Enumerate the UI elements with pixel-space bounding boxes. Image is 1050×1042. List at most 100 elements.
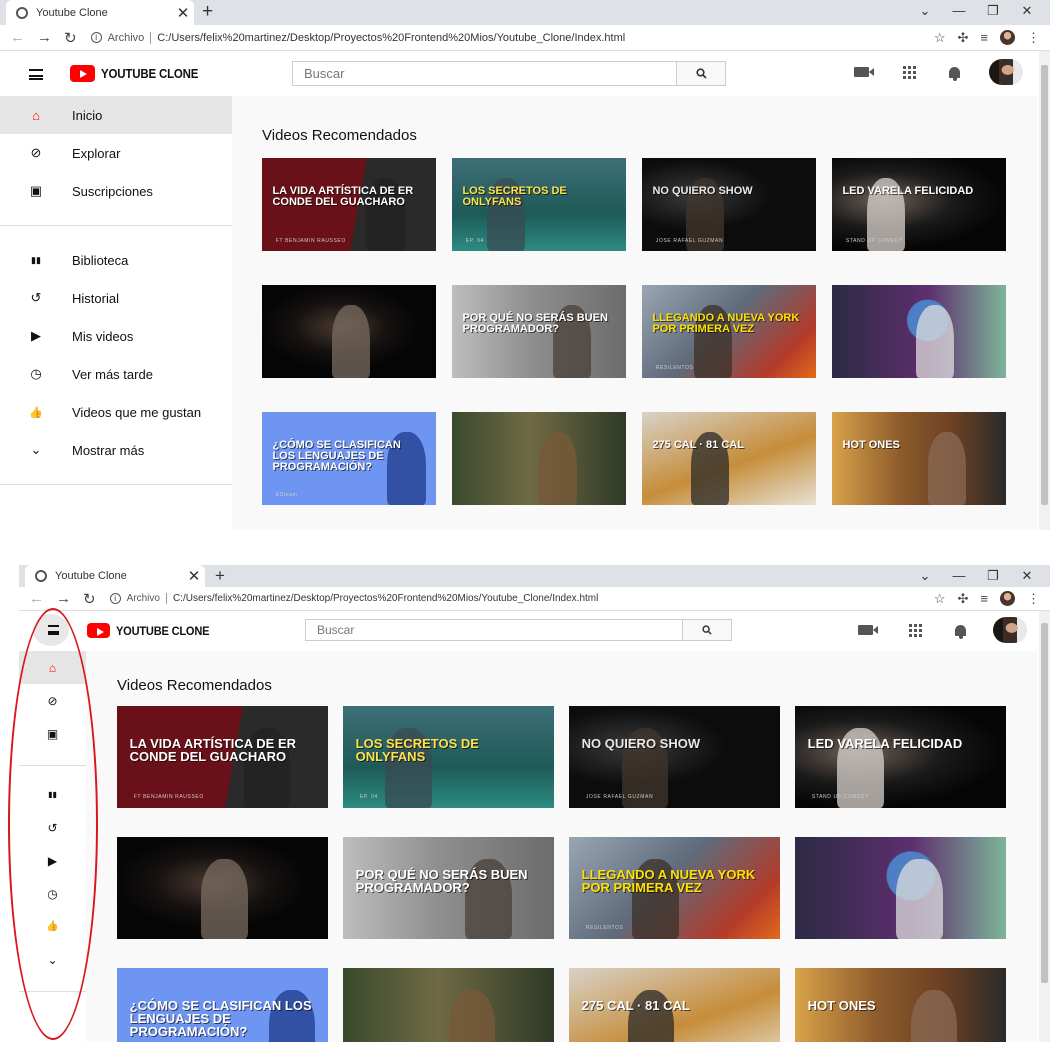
- browser-tab[interactable]: Youtube Clone ✕: [25, 565, 205, 587]
- reload-icon[interactable]: ↻: [83, 590, 96, 608]
- notifications-bell-icon[interactable]: [949, 66, 960, 81]
- reload-icon[interactable]: ↻: [64, 29, 77, 47]
- upload-video-icon[interactable]: [854, 67, 874, 77]
- video-thumbnail[interactable]: ¿Cómo se clasifican los lenguajes de pro…: [117, 968, 328, 1042]
- browser-menu-icon[interactable]: ⋮: [1027, 591, 1040, 607]
- tab-search-icon[interactable]: ⌄: [908, 3, 942, 19]
- sidebar-item-explorar[interactable]: ⊘: [19, 684, 86, 717]
- video-thumbnail[interactable]: Por qué no serás buen programador?: [452, 285, 626, 378]
- info-icon[interactable]: i: [90, 32, 102, 43]
- video-thumbnail[interactable]: [795, 837, 1006, 939]
- extensions-icon[interactable]: ✣: [958, 30, 969, 46]
- video-thumbnail[interactable]: Llegando a Nueva York por primera vez RES…: [642, 285, 816, 378]
- sidebar-item-suscripciones[interactable]: ▣: [19, 717, 86, 750]
- back-arrow-icon[interactable]: ←: [10, 29, 25, 46]
- bookmark-star-icon[interactable]: ☆: [934, 30, 946, 46]
- sidebar-item-ver-mas-tarde[interactable]: ◷ Ver más tarde: [0, 355, 232, 393]
- new-tab-button[interactable]: +: [202, 1, 213, 23]
- header-actions: [854, 59, 1023, 85]
- video-thumbnail[interactable]: Led Varela Felicidad STAND UP COMEDY: [795, 706, 1006, 808]
- apps-icon[interactable]: [903, 65, 916, 79]
- sidebar-item-mostrar-mas[interactable]: ⌄: [19, 943, 86, 976]
- apps-icon[interactable]: [909, 623, 922, 637]
- tab-close-icon[interactable]: ✕: [172, 4, 194, 22]
- sidebar-item-inicio[interactable]: ⌂ Inicio: [0, 96, 232, 134]
- video-thumbnail[interactable]: Hot Ones: [832, 412, 1006, 505]
- video-thumbnail[interactable]: 275 CAL · 81 CAL: [569, 968, 780, 1042]
- url-field[interactable]: i Archivo C:/Users/felix%20martinez/Desk…: [90, 31, 625, 44]
- minimize-button[interactable]: —: [942, 568, 976, 584]
- sidebar-item-mis-videos[interactable]: ▶: [19, 844, 86, 877]
- upload-video-icon[interactable]: [858, 625, 878, 635]
- reading-list-icon[interactable]: ≡: [980, 591, 988, 606]
- video-thumbnail[interactable]: No quiero show JOSE RAFAEL GUZMAN: [569, 706, 780, 808]
- reading-list-icon[interactable]: ≡: [980, 30, 988, 45]
- scrollbar[interactable]: [1039, 51, 1050, 530]
- video-thumbnail[interactable]: [117, 837, 328, 939]
- minimize-button[interactable]: —: [942, 3, 976, 19]
- browser-menu-icon[interactable]: ⋮: [1027, 30, 1040, 46]
- tab-close-icon[interactable]: ✕: [183, 567, 205, 585]
- hamburger-menu-icon[interactable]: [48, 625, 59, 635]
- video-thumbnail[interactable]: [832, 285, 1006, 378]
- video-thumbnail[interactable]: Los secretos de ONLYFans EP. 04: [452, 158, 626, 251]
- url-field[interactable]: i Archivo C:/Users/felix%20martinez/Desk…: [109, 593, 598, 604]
- close-window-button[interactable]: ✕: [1010, 3, 1044, 19]
- user-avatar[interactable]: [989, 59, 1023, 85]
- video-thumbnail[interactable]: No quiero show JOSE RAFAEL GUZMAN: [642, 158, 816, 251]
- scrollbar-thumb[interactable]: [1041, 65, 1048, 505]
- sidebar-item-explorar[interactable]: ⊘ Explorar: [0, 134, 232, 172]
- video-thumbnail[interactable]: La vida artística de er conde del guacha…: [262, 158, 436, 251]
- video-thumbnail[interactable]: [262, 285, 436, 378]
- video-thumbnail[interactable]: [343, 968, 554, 1042]
- notifications-bell-icon[interactable]: [955, 624, 966, 639]
- restore-button[interactable]: ❐: [976, 568, 1010, 584]
- new-tab-button[interactable]: +: [215, 566, 225, 586]
- hamburger-menu-icon[interactable]: [29, 69, 43, 80]
- forward-arrow-icon[interactable]: →: [37, 29, 52, 46]
- thumbnail-caption: Hot Ones: [807, 997, 876, 1013]
- logo[interactable]: YOUTUBE CLONE: [87, 623, 217, 638]
- sidebar-item-videos-que-me-gustan[interactable]: 👍 Videos que me gustan: [0, 393, 232, 431]
- url-scheme-label: Archivo: [127, 593, 167, 604]
- profile-avatar-icon[interactable]: [1000, 30, 1015, 45]
- video-thumbnail[interactable]: 275 CAL · 81 CAL: [642, 412, 816, 505]
- sidebar-item-videos-que-me-gustan[interactable]: 👍: [19, 910, 86, 943]
- sidebar-item-mis-videos[interactable]: ▶ Mis videos: [0, 317, 232, 355]
- back-arrow-icon[interactable]: ←: [29, 590, 44, 607]
- profile-avatar-icon[interactable]: [1000, 591, 1015, 606]
- info-icon[interactable]: i: [109, 593, 121, 604]
- tab-search-icon[interactable]: ⌄: [908, 568, 942, 584]
- video-thumbnail[interactable]: La vida artística de er conde del guacha…: [117, 706, 328, 808]
- scrollbar[interactable]: [1039, 611, 1050, 1042]
- scrollbar-thumb[interactable]: [1041, 623, 1048, 983]
- video-thumbnail[interactable]: ¿Cómo se clasifican los lenguajes de pro…: [262, 412, 436, 505]
- video-thumbnail[interactable]: [452, 412, 626, 505]
- logo[interactable]: YOUTUBE CLONE: [70, 65, 207, 82]
- sidebar-item-historial[interactable]: ↺ Historial: [0, 279, 232, 317]
- search-input[interactable]: [292, 61, 677, 86]
- sidebar-item-ver-mas-tarde[interactable]: ◷: [19, 877, 86, 910]
- sidebar-item-biblioteca[interactable]: ▮▮: [19, 778, 86, 811]
- video-thumbnail[interactable]: Led Varela Felicidad STAND UP COMEDY: [832, 158, 1006, 251]
- browser-tab[interactable]: Youtube Clone ✕: [6, 0, 194, 25]
- sidebar-item-inicio[interactable]: ⌂: [19, 651, 86, 684]
- video-thumbnail[interactable]: Por qué no serás buen programador?: [343, 837, 554, 939]
- user-avatar[interactable]: [993, 617, 1027, 643]
- search-button[interactable]: [677, 61, 726, 86]
- video-thumbnail[interactable]: Llegando a Nueva York por primera vez RES…: [569, 837, 780, 939]
- extensions-icon[interactable]: ✣: [958, 591, 969, 607]
- sidebar-item-suscripciones[interactable]: ▣ Suscripciones: [0, 172, 232, 210]
- video-thumbnail[interactable]: Hot Ones: [795, 968, 1006, 1042]
- sidebar-item-biblioteca[interactable]: ▮▮ Biblioteca: [0, 241, 232, 279]
- restore-button[interactable]: ❐: [976, 3, 1010, 19]
- thumbnail-subtitle: FT BENJAMIN RAUSSEO: [133, 793, 204, 800]
- bookmark-star-icon[interactable]: ☆: [934, 591, 946, 607]
- search-button[interactable]: [683, 619, 732, 641]
- sidebar-item-historial[interactable]: ↺: [19, 811, 86, 844]
- sidebar-item-mostrar-mas[interactable]: ⌄ Mostrar más: [0, 431, 232, 469]
- search-input[interactable]: [305, 619, 683, 641]
- video-thumbnail[interactable]: Los secretos de ONLYFans EP. 04: [343, 706, 554, 808]
- close-window-button[interactable]: ✕: [1010, 568, 1044, 584]
- forward-arrow-icon[interactable]: →: [56, 590, 71, 607]
